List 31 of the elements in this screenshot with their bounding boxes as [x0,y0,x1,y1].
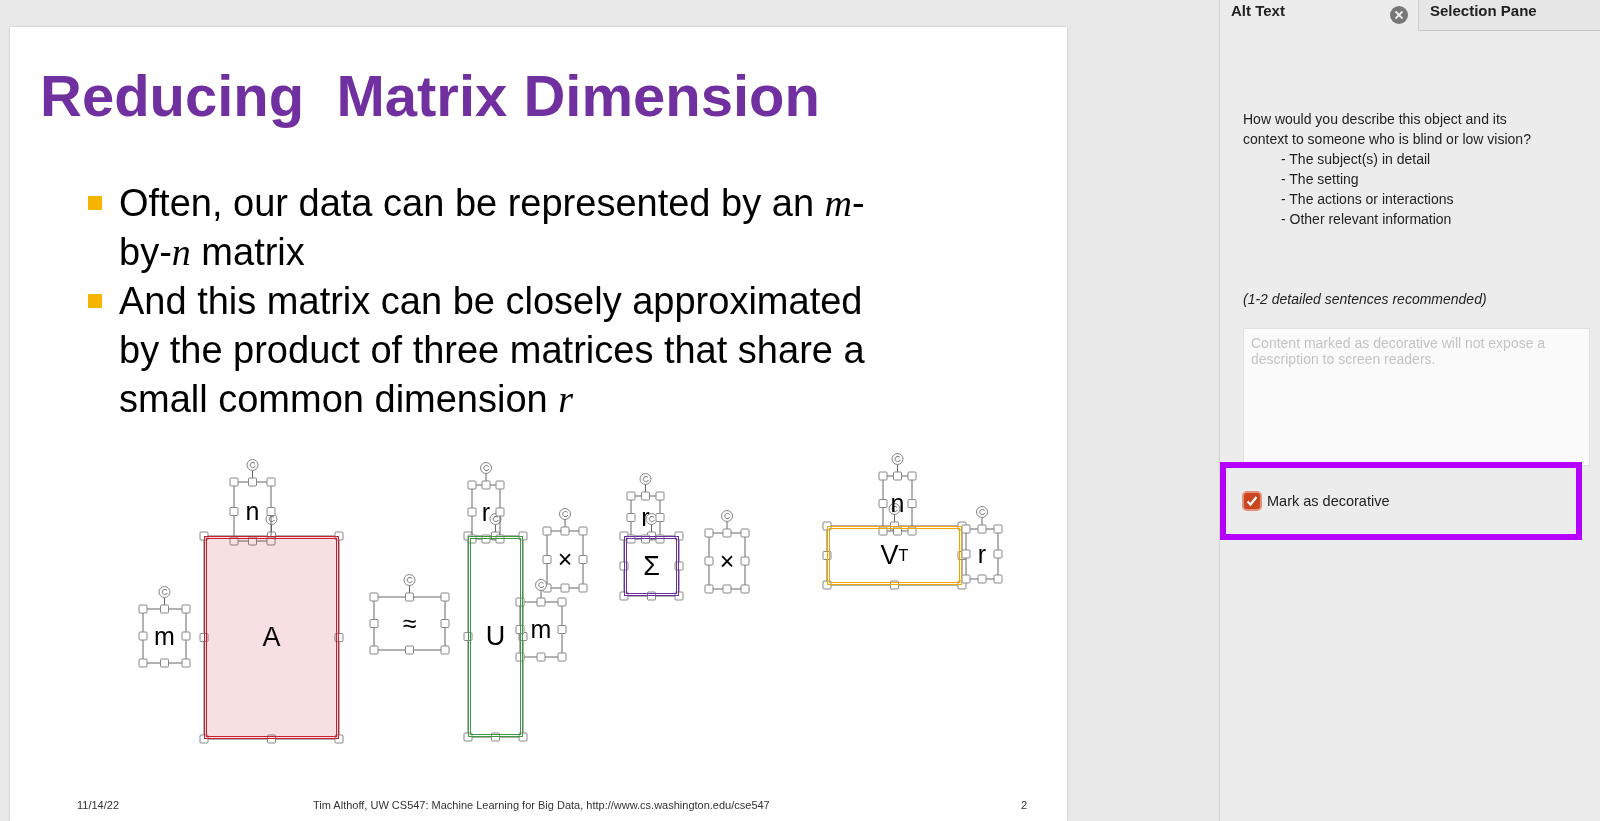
text-box[interactable]: r [977,541,987,567]
prompt-item: - The subject(s) in detail [1281,150,1432,169]
page-number: 2 [1020,799,1027,811]
footer-text: Tim Althoff, UW CS547: Machine Learning for Big Data, http://www.cs.washington.edu/cse547 [313,799,771,811]
prompt-item: - The setting [1281,170,1360,189]
matrix-shape[interactable]: V$^{T}$ [827,526,962,585]
bullet-square-icon [88,293,102,308]
footer-date: 11/14/22 [77,799,120,811]
hint-text: (1-2 detailed sentences recommended) [1243,291,1488,307]
matrix-shape[interactable]: U [468,536,523,737]
decorative-checkbox[interactable]: Mark as decorative [1242,491,1390,511]
text-box[interactable]: r [481,499,491,525]
bullet-square-icon [88,195,102,210]
text-box[interactable]: × [557,547,573,572]
prompt-item: - Other relevant information [1281,210,1453,229]
text-box[interactable]: r [641,505,650,530]
text-box[interactable]: ≈ [402,611,417,636]
close-icon[interactable] [1390,6,1408,24]
bullet-text: Often, our data can be represented by an m-by-n matrix [119,180,866,275]
prompt-item: - The actions or interactions [1281,190,1455,209]
matrix-shape[interactable]: Σ [624,536,679,596]
text-box[interactable]: n [245,499,260,524]
matrix-shape[interactable]: A [204,536,339,739]
instruction-text: How would you describe this object and its context to someone who is blind or low vision? [1243,110,1532,149]
bullet-text: And this matrix can be closely approximated by the product of three matrices that share a small common dimension r [119,278,866,422]
slide-title: Reducing Matrix Dimension [40,62,820,130]
checkbox[interactable] [1242,491,1262,511]
text-box[interactable]: × [719,548,735,574]
checkmark-icon [1245,494,1259,508]
selection-handles-drawing[interactable] [138,453,1003,744]
panel-tab[interactable]: Selection Pane [1418,0,1600,31]
